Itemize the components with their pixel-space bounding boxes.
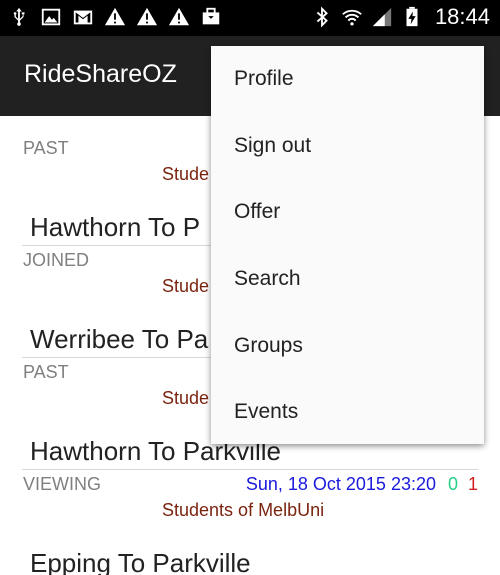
notification-icons bbox=[8, 5, 222, 29]
system-icons: 18:44 bbox=[311, 4, 490, 30]
battery-charging-icon bbox=[401, 5, 423, 29]
ride-status: PAST bbox=[23, 138, 69, 158]
wifi-icon bbox=[341, 5, 363, 29]
briefcase-icon bbox=[200, 5, 222, 29]
ride-status: VIEWING bbox=[23, 474, 102, 494]
menu-item-profile[interactable]: Profile bbox=[211, 46, 484, 112]
warning-icon bbox=[168, 5, 190, 29]
signal-icon bbox=[371, 5, 393, 29]
ride-status: PAST bbox=[23, 362, 69, 382]
status-bar: 18:44 bbox=[0, 0, 500, 36]
bluetooth-icon bbox=[311, 5, 333, 29]
ride-route: Epping To Parkville bbox=[30, 548, 251, 575]
gmail-icon bbox=[72, 5, 94, 29]
image-icon bbox=[40, 5, 62, 29]
menu-item-events[interactable]: Events bbox=[211, 379, 484, 445]
ride-route: Hawthorn To P bbox=[30, 212, 201, 242]
warning-icon bbox=[104, 5, 126, 29]
ride-count-requests: 1 bbox=[467, 474, 478, 494]
warning-icon bbox=[136, 5, 158, 29]
ride-count-joined: 0 bbox=[447, 474, 458, 494]
ride-group: Stude bbox=[162, 164, 210, 184]
app-title: RideShareOZ bbox=[24, 60, 177, 88]
ride-group: Stude bbox=[162, 276, 210, 296]
menu-item-groups[interactable]: Groups bbox=[211, 313, 484, 379]
ride-group: Students of MelbUni bbox=[162, 500, 325, 520]
ride-date: Sun, 18 Oct 2015 23:20 bbox=[245, 474, 436, 494]
menu-item-search[interactable]: Search bbox=[211, 246, 484, 312]
ride-route: Werribee To Pa bbox=[30, 324, 209, 354]
overflow-menu: Profile Sign out Offer Search Groups Eve… bbox=[211, 46, 484, 444]
ride-group: Stude bbox=[162, 388, 210, 408]
menu-item-offer[interactable]: Offer bbox=[211, 179, 484, 245]
route-divider bbox=[22, 469, 478, 470]
menu-item-sign-out[interactable]: Sign out bbox=[211, 113, 484, 179]
status-time: 18:44 bbox=[434, 4, 490, 29]
usb-icon bbox=[8, 5, 30, 29]
ride-status: JOINED bbox=[23, 250, 90, 270]
